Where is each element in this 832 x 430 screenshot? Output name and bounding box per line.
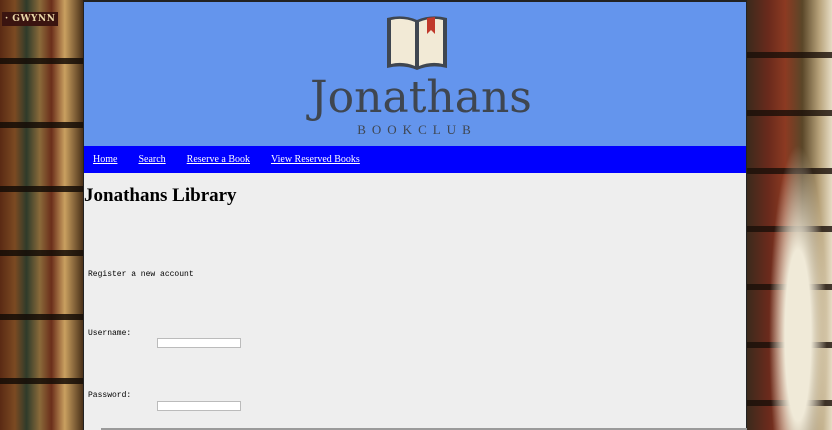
brand-name: Jonathans xyxy=(310,72,532,123)
site-header: Jonathans BOOKCLUB xyxy=(84,2,746,146)
book-spine-text: · GWYNN xyxy=(2,12,59,26)
register-heading: Register a new account xyxy=(88,270,194,279)
nav-link-search[interactable]: Search xyxy=(138,154,165,165)
main-navigation: Home Search Reserve a Book View Reserved… xyxy=(84,146,746,173)
nav-link-reserve-book[interactable]: Reserve a Book xyxy=(187,154,250,165)
password-label: Password: xyxy=(88,391,132,400)
page-title: Jonathans Library xyxy=(84,185,237,206)
username-input[interactable] xyxy=(157,338,241,348)
site-logo[interactable]: Jonathans BOOKCLUB xyxy=(310,12,532,140)
password-input[interactable] xyxy=(157,401,241,411)
nav-link-view-reserved[interactable]: View Reserved Books xyxy=(271,154,360,165)
bookshelf-background-left: · GWYNN xyxy=(0,0,83,430)
page-container: Jonathans BOOKCLUB Home Search Reserve a… xyxy=(83,0,747,430)
open-book-icon xyxy=(387,16,447,70)
nav-link-home[interactable]: Home xyxy=(93,154,117,165)
bookshelf-background-right xyxy=(747,0,832,430)
username-label: Username: xyxy=(88,329,132,338)
brand-subtitle: BOOKCLUB xyxy=(357,122,477,137)
